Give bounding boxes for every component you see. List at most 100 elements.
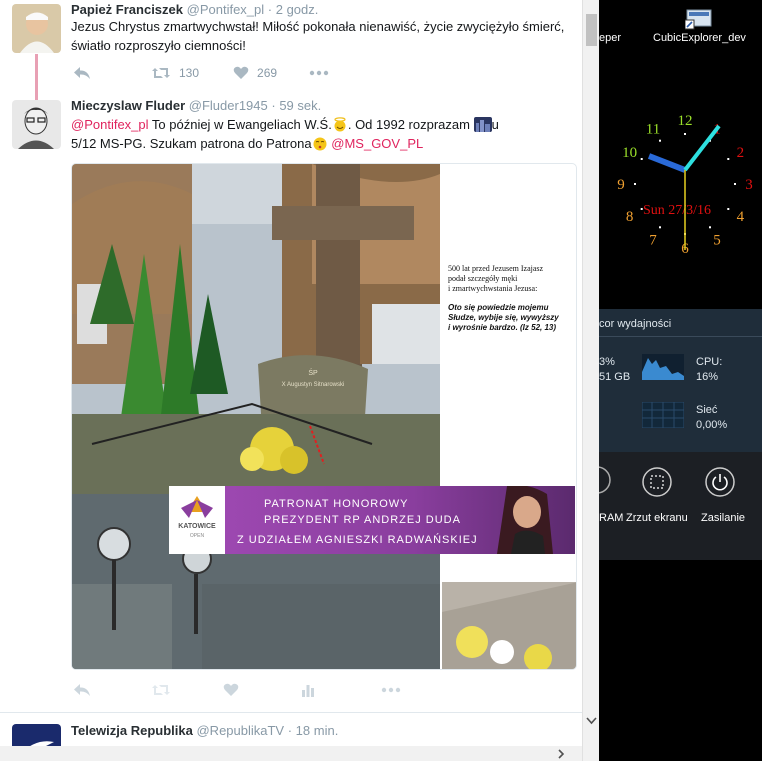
memory-size: 51 GB: [599, 371, 631, 383]
retweet-button[interactable]: 130: [151, 66, 199, 80]
screenshot-button[interactable]: Zrzut ekranu: [626, 512, 688, 524]
analytics-button[interactable]: [301, 684, 315, 697]
cpu-graph: [642, 354, 684, 380]
ram-icon[interactable]: [599, 466, 611, 494]
author-name[interactable]: Mieczyslaw Fluder: [71, 98, 185, 113]
timestamp[interactable]: · 59 sek.: [271, 98, 321, 113]
author-handle[interactable]: @Pontifex_pl: [187, 2, 265, 17]
avatar[interactable]: [12, 4, 61, 53]
angel-emoji-icon: [332, 117, 348, 132]
tweet-actions: 130 269: [73, 66, 329, 80]
vertical-scrollbar[interactable]: [582, 0, 599, 761]
more-icon: [309, 70, 329, 76]
quick-actions: RAM Zrzut ekranu Zasilanie: [599, 452, 762, 560]
banner-line-1: PATRONAT HONOROWY: [264, 498, 409, 510]
clock-date: Sun 27/3/16: [643, 203, 711, 218]
analog-clock-widget: 121234567891011 Sun 27/3/16: [617, 113, 753, 257]
retweet-icon: [152, 685, 170, 695]
chevron-right-icon[interactable]: [556, 749, 566, 759]
more-button[interactable]: [309, 70, 329, 76]
screenshot-icon[interactable]: [641, 466, 673, 498]
network-value: 0,00%: [696, 419, 728, 431]
timestamp[interactable]: · 18 min.: [288, 723, 339, 738]
cityscape-emoji-icon: [473, 117, 492, 132]
scrollbar-thumb[interactable]: [586, 14, 597, 46]
retweet-count: 130: [179, 66, 200, 80]
like-button[interactable]: [223, 683, 239, 697]
horizontal-scrollbar[interactable]: [0, 746, 582, 761]
clock-numeral: 4: [737, 209, 745, 225]
retweet-icon: [152, 68, 170, 78]
clock-tick: [727, 158, 730, 160]
cross-name-text: X Augustyn Sitnarowski: [282, 382, 345, 388]
memory-percent: 3%: [599, 356, 615, 368]
cross-top-text: ŚP: [308, 368, 318, 377]
cpu-label: CPU:: [696, 356, 723, 368]
reply-button[interactable]: [73, 66, 91, 80]
patronage-banner: KATOWICE OPEN PATRONAT HONOROWY PREZYDEN…: [169, 486, 575, 554]
tweet-pontifex[interactable]: Papież Franciszek @Pontifex_pl · 2 godz.…: [0, 0, 582, 90]
clock-tick: [659, 226, 661, 229]
clock-tick: [640, 158, 643, 160]
bar-chart-icon: [302, 684, 314, 697]
cemetery-photo: ŚP X Augustyn Sitnarowski: [72, 164, 440, 669]
author-handle[interactable]: @Fluder1945: [189, 98, 268, 113]
tweet-text: Jezus Chrystus zmartwychwstał! Miłość po…: [71, 19, 565, 53]
mention-link[interactable]: @Pontifex_pl: [71, 117, 149, 132]
clock-tick: [709, 226, 711, 229]
player-photo: [497, 486, 553, 554]
tweet-fluder[interactable]: Mieczyslaw Fluder @Fluder1945 · 59 sek. …: [0, 96, 582, 710]
desktop-icon-label[interactable]: eper: [599, 32, 621, 44]
gravestone-photo: [442, 582, 576, 669]
banner-line-2: PREZYDENT RP ANDRZEJ DUDA: [264, 514, 461, 526]
shortcut-icon[interactable]: [685, 8, 713, 30]
clock-numeral: 3: [745, 177, 753, 193]
clock-numeral: 9: [617, 177, 625, 193]
screen: Papież Franciszek @Pontifex_pl · 2 godz.…: [0, 0, 762, 761]
svg-text:OPEN: OPEN: [190, 533, 205, 539]
clock-numeral: 11: [646, 122, 660, 138]
conversation-line: [35, 54, 38, 100]
clock-tick: [634, 183, 636, 185]
clock-numeral: 2: [737, 145, 745, 161]
more-icon: [381, 687, 401, 693]
power-icon[interactable]: [704, 466, 736, 498]
author-handle[interactable]: @RepublikaTV: [196, 723, 284, 738]
retweet-button[interactable]: [151, 683, 171, 697]
timestamp[interactable]: · 2 godz.: [268, 2, 319, 17]
reply-icon: [74, 684, 90, 696]
reply-button[interactable]: [73, 683, 91, 697]
heart-icon: [223, 683, 239, 696]
clock-tick: [659, 139, 661, 142]
avatar[interactable]: [12, 100, 61, 149]
clock-numeral: 8: [626, 209, 634, 225]
clock-numeral: 7: [649, 232, 657, 248]
twitter-timeline: Papież Franciszek @Pontifex_pl · 2 godz.…: [0, 0, 582, 761]
tweet-divider: [0, 712, 582, 713]
ram-button[interactable]: RAM: [599, 512, 623, 524]
heart-icon: [233, 66, 249, 79]
mention-link[interactable]: @MS_GOV_PL: [331, 136, 423, 151]
network-label: Sieć: [696, 404, 718, 416]
tweet-media[interactable]: ŚP X Augustyn Sitnarowski 500 lat przed …: [71, 163, 577, 670]
performance-monitor: cor wydajności 3% 51 GB CPU: 16% Sieć 0,…: [599, 309, 762, 452]
like-button[interactable]: 269: [233, 66, 277, 80]
chevron-down-icon[interactable]: [586, 716, 597, 725]
network-graph: [642, 402, 684, 428]
clock-numeral: 12: [678, 113, 693, 129]
desktop-icon-label[interactable]: CubicExplorer_dev: [653, 32, 746, 44]
tweet-text: @Pontifex_pl To później w Ewangeliach W.…: [71, 117, 499, 151]
clock-tick: [734, 183, 736, 185]
clock-numeral: 10: [622, 145, 637, 161]
more-button[interactable]: [381, 687, 401, 693]
clock-tick: [684, 133, 686, 135]
reply-icon: [74, 67, 90, 79]
banner-line-3: Z UDZIAŁEM AGNIESZKI RADWAŃSKIEJ: [237, 534, 478, 546]
author-name[interactable]: Telewizja Republika: [71, 723, 193, 738]
quote-note: 500 lat przed Jezusem Izajasz podał szcze…: [448, 264, 559, 332]
author-name[interactable]: Papież Franciszek: [71, 2, 183, 17]
svg-text:KATOWICE: KATOWICE: [178, 523, 216, 530]
tweet-actions: [73, 683, 401, 697]
kiss-emoji-icon: [312, 136, 328, 151]
power-button[interactable]: Zasilanie: [701, 512, 745, 524]
